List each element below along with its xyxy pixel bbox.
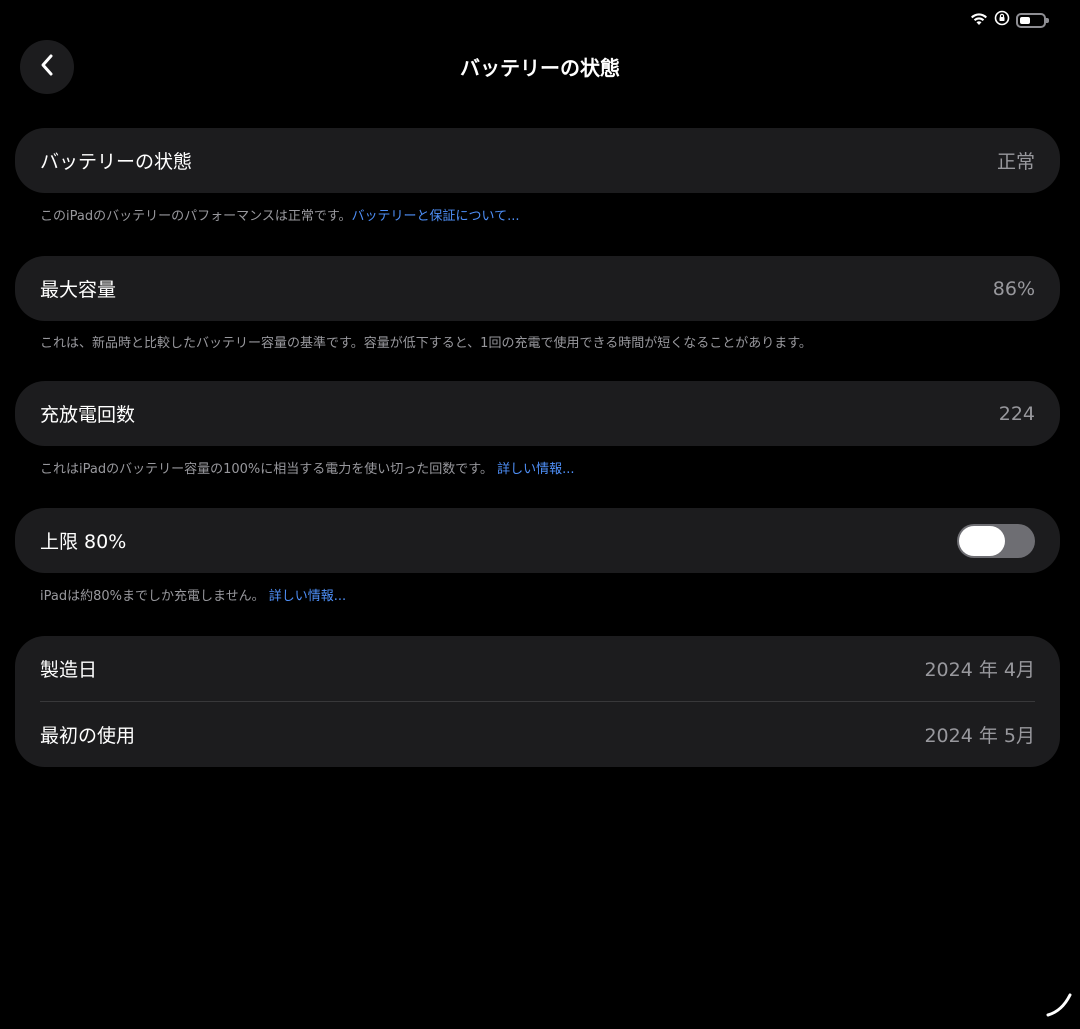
dates-card: 製造日 2024 年 4月 最初の使用 2024 年 5月 xyxy=(15,636,1060,767)
battery-health-label: バッテリーの状態 xyxy=(40,151,193,173)
cycle-count-label: 充放電回数 xyxy=(40,404,136,426)
page-title: バッテリーの状態 xyxy=(460,56,620,80)
limit-card: 上限 80% xyxy=(15,508,1060,573)
limit-footnote-text: iPadは約80%までしか充電しません。 xyxy=(40,589,265,604)
wifi-icon xyxy=(970,11,988,30)
status-bar xyxy=(970,10,1049,30)
battery-health-value: 正常 xyxy=(996,151,1035,173)
max-capacity-card: 最大容量 86% xyxy=(15,256,1060,321)
battery-warranty-link[interactable]: バッテリーと保証について... xyxy=(352,209,520,224)
battery-health-footnote: このiPadのバッテリーのパフォーマンスは正常です。バッテリーと保証について..… xyxy=(40,205,520,224)
battery-health-card: バッテリーの状態 正常 xyxy=(15,128,1060,193)
limit-toggle[interactable] xyxy=(957,523,1035,558)
cycle-count-card: 充放電回数 224 xyxy=(15,381,1060,446)
cycle-count-value: 224 xyxy=(998,402,1035,425)
screen-rotation-lock-icon xyxy=(994,10,1010,30)
manufacture-date-label: 製造日 xyxy=(40,659,98,681)
limit-footnote: iPadは約80%までしか充電しません。 詳しい情報... xyxy=(40,585,346,604)
first-use-row: 最初の使用 2024 年 5月 xyxy=(40,702,1035,767)
cycle-count-footnote: これはiPadのバッテリー容量の100%に相当する電力を使い切った回数です。 詳… xyxy=(40,458,575,477)
max-capacity-footnote: これは、新品時と比較したバッテリー容量の基準です。容量が低下すると、1回の充電で… xyxy=(40,336,812,351)
max-capacity-row: 最大容量 86% xyxy=(40,256,1035,321)
toggle-knob xyxy=(959,525,1005,556)
corner-gesture-icon xyxy=(1044,989,1074,1023)
limit-row: 上限 80% xyxy=(40,508,1035,573)
cycle-count-row: 充放電回数 224 xyxy=(40,381,1035,446)
manufacture-date-row: 製造日 2024 年 4月 xyxy=(40,636,1035,701)
first-use-value: 2024 年 5月 xyxy=(924,725,1035,747)
limit-learn-more-link[interactable]: 詳しい情報... xyxy=(269,589,346,604)
cycle-count-footnote-text: これはiPadのバッテリー容量の100%に相当する電力を使い切った回数です。 xyxy=(40,462,493,477)
battery-icon xyxy=(1016,12,1049,28)
max-capacity-value: 86% xyxy=(992,277,1035,300)
limit-label: 上限 80% xyxy=(40,531,127,553)
manufacture-date-value: 2024 年 4月 xyxy=(924,659,1035,681)
battery-health-footnote-text: このiPadのバッテリーのパフォーマンスは正常です。 xyxy=(40,209,352,224)
cycle-count-learn-more-link[interactable]: 詳しい情報... xyxy=(497,462,574,477)
first-use-label: 最初の使用 xyxy=(40,725,136,747)
battery-health-row: バッテリーの状態 正常 xyxy=(40,128,1035,193)
max-capacity-label: 最大容量 xyxy=(40,279,117,301)
